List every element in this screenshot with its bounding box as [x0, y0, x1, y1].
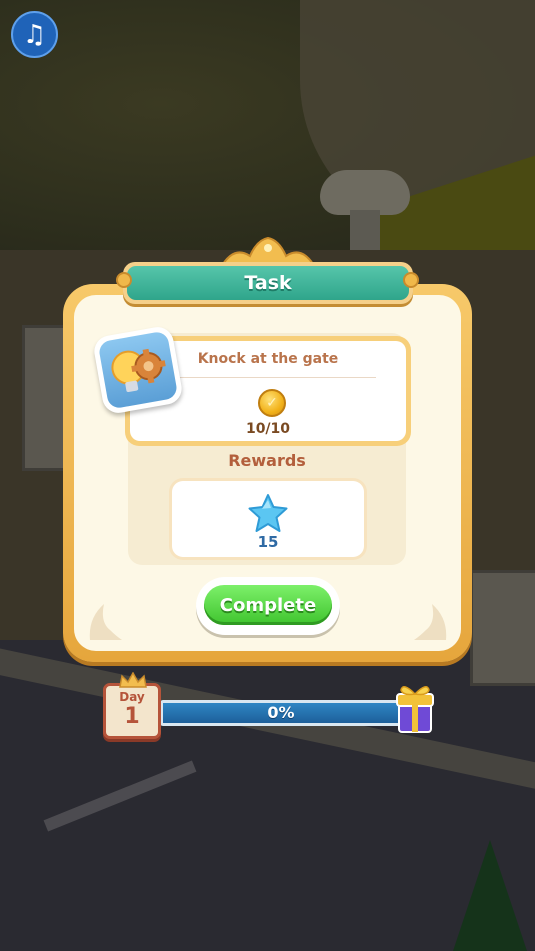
day-label: Day	[119, 690, 145, 704]
coin-icon: ✓	[258, 389, 286, 417]
title-bolt-right-icon	[403, 272, 419, 288]
stone-urn	[320, 170, 410, 250]
music-note-icon: ♫	[22, 19, 47, 50]
leaf-ornament-left-icon	[89, 604, 122, 640]
title-bolt-left-icon	[116, 272, 132, 288]
divider	[170, 377, 376, 378]
complete-button-label: Complete	[219, 594, 317, 616]
complete-button[interactable]: Complete	[196, 577, 340, 635]
day-progress-bar: 0%	[160, 700, 402, 726]
day-crown-icon	[119, 672, 147, 688]
reward-card: 15	[169, 478, 367, 560]
leaf-ornament-right-icon	[414, 604, 447, 640]
dialog-title-bar: Task	[123, 262, 413, 304]
rewards-heading: Rewards	[228, 451, 306, 470]
gift-box-icon[interactable]	[393, 680, 437, 736]
task-progress: 10/10	[245, 421, 291, 437]
dialog-title: Task	[244, 272, 292, 294]
tree	[450, 840, 530, 951]
star-icon	[248, 494, 288, 532]
music-button[interactable]: ♫	[11, 11, 58, 58]
lightbulb-gear-icon	[91, 324, 185, 416]
day-progress-percent: 0%	[267, 703, 295, 722]
reward-amount: 15	[257, 533, 279, 551]
gate-pillar-right	[470, 570, 535, 686]
day-number: 1	[124, 704, 140, 729]
day-badge: Day 1	[103, 683, 161, 739]
